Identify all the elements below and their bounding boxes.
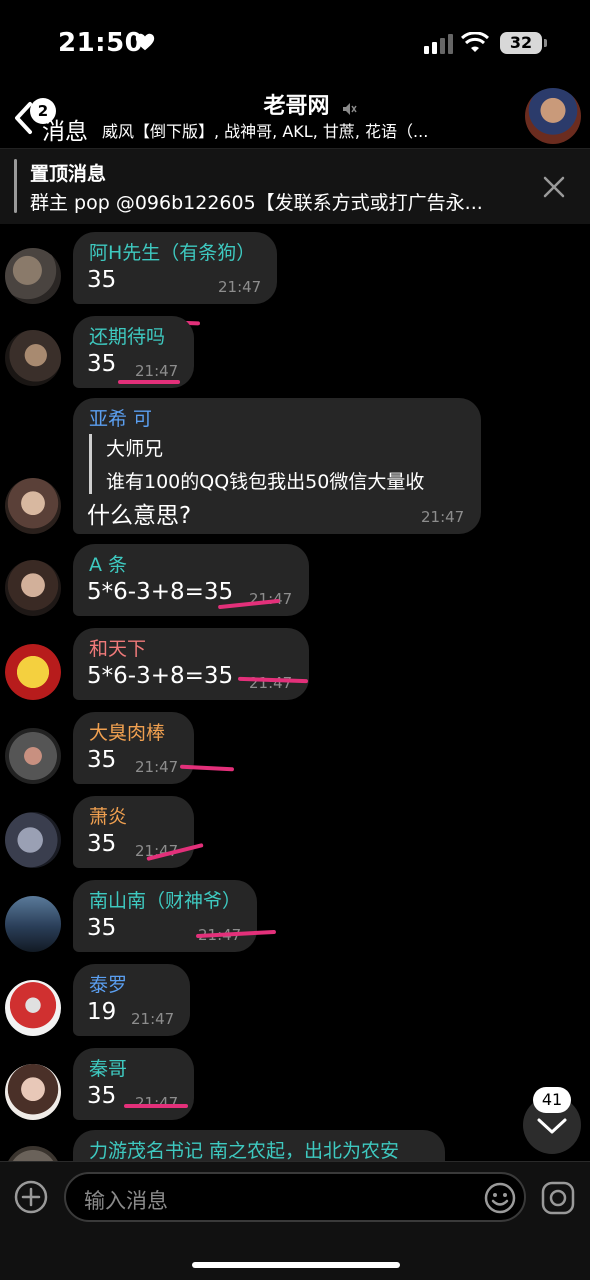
- unread-count-badge: 41: [533, 1087, 571, 1113]
- message-bubble[interactable]: 秦哥 35 21:47: [73, 1048, 194, 1120]
- message-item: 力游茂名书记 南之农起，出北为农安: [0, 1130, 590, 1161]
- pinned-title: 置顶消息: [30, 163, 107, 185]
- message-text: 5*6-3+8=35: [87, 579, 234, 605]
- avatar[interactable]: [5, 980, 61, 1036]
- back-button[interactable]: 2 消息: [8, 92, 98, 145]
- cellular-signal-icon: [424, 34, 453, 54]
- message-text: 35: [87, 267, 117, 293]
- add-icon[interactable]: [14, 1180, 48, 1214]
- message-time: 21:47: [218, 278, 262, 296]
- message-time: 21:47: [135, 362, 179, 380]
- message-bubble[interactable]: 还期待吗 35 21:47: [73, 316, 194, 388]
- emoji-icon[interactable]: [484, 1182, 516, 1214]
- avatar[interactable]: [5, 1064, 61, 1120]
- sender-name[interactable]: 和天下: [89, 634, 146, 661]
- message-bubble[interactable]: 和天下 5*6-3+8=35 21:47: [73, 628, 309, 700]
- pinned-text: 群主 pop @096b122605【发联系方式或打广告永...: [30, 192, 483, 214]
- heart-icon: [135, 33, 155, 51]
- highlight-mark: [124, 1104, 188, 1108]
- message-input[interactable]: 输入消息: [64, 1172, 526, 1222]
- chat-members-subtitle: 威风【倒下版】, 战神哥, AKL, 甘蔗, 花语（...: [102, 122, 429, 141]
- avatar[interactable]: [5, 1146, 61, 1161]
- sender-name[interactable]: 力游茂名书记 南之农起，出北为农安: [89, 1136, 399, 1161]
- battery-icon: 32: [500, 32, 542, 54]
- message-item: 南山南（财神爷） 35 21:47: [0, 880, 590, 952]
- avatar[interactable]: [5, 478, 61, 534]
- message-item: 萧炎 35 21:47: [0, 796, 590, 868]
- avatar[interactable]: [5, 560, 61, 616]
- avatar[interactable]: [5, 330, 61, 386]
- message-time: 21:47: [135, 1094, 179, 1112]
- back-label: 消息: [42, 119, 88, 145]
- message-item: 还期待吗 35 21:47: [0, 316, 590, 388]
- message-item: 大臭肉棒 35 21:47: [0, 712, 590, 784]
- message-list[interactable]: 阿H先生（有条狗） 35 21:47 还期待吗 35 21:47 亚希 可 大师…: [0, 224, 590, 1161]
- pinned-indicator: [14, 159, 17, 213]
- avatar[interactable]: [5, 896, 61, 952]
- message-text: 35: [87, 351, 117, 377]
- message-item: 亚希 可 大师兄 谁有100的QQ钱包我出50微信大量收 什么意思? 21:47: [0, 398, 590, 534]
- group-avatar[interactable]: [525, 88, 581, 144]
- message-text: 5*6-3+8=35: [87, 663, 234, 689]
- avatar[interactable]: [5, 644, 61, 700]
- highlight-mark: [118, 380, 180, 384]
- message-item: 泰罗 19 21:47: [0, 964, 590, 1036]
- sender-name[interactable]: 秦哥: [89, 1054, 127, 1081]
- message-bubble[interactable]: 亚希 可 大师兄 谁有100的QQ钱包我出50微信大量收 什么意思? 21:47: [73, 398, 481, 534]
- sender-name[interactable]: 南山南（财神爷）: [89, 886, 241, 913]
- home-indicator: [192, 1262, 400, 1268]
- message-bubble[interactable]: 力游茂名书记 南之农起，出北为农安: [73, 1130, 445, 1161]
- message-bubble[interactable]: 泰罗 19 21:47: [73, 964, 190, 1036]
- message-bubble[interactable]: 阿H先生（有条狗） 35 21:47: [73, 232, 277, 304]
- message-item: 阿H先生（有条狗） 35 21:47: [0, 232, 590, 326]
- chat-title: 老哥网: [263, 94, 330, 119]
- message-time: 21:47: [135, 758, 179, 776]
- message-bubble[interactable]: A 条 5*6-3+8=35 21:47: [73, 544, 309, 616]
- avatar[interactable]: [5, 728, 61, 784]
- avatar[interactable]: [5, 812, 61, 868]
- sender-name[interactable]: 亚希 可: [89, 404, 152, 431]
- sender-name[interactable]: 萧炎: [89, 802, 127, 829]
- pinned-message-bar[interactable]: 置顶消息 群主 pop @096b122605【发联系方式或打广告永...: [0, 148, 590, 224]
- message-text: 35: [87, 747, 117, 773]
- message-item: A 条 5*6-3+8=35 21:47: [0, 544, 590, 616]
- status-bar: 21:50 32: [0, 0, 590, 80]
- sender-name[interactable]: 大臭肉棒: [89, 718, 165, 745]
- message-text: 35: [87, 915, 117, 941]
- message-time: 21:47: [131, 1010, 175, 1028]
- message-bubble[interactable]: 南山南（财神爷） 35 21:47: [73, 880, 257, 952]
- sender-name[interactable]: 还期待吗: [89, 322, 165, 349]
- message-time: 21:47: [421, 508, 465, 526]
- wifi-icon: [461, 32, 489, 52]
- quote-sender: 大师兄: [106, 438, 164, 460]
- mute-icon: [342, 102, 357, 115]
- chat-header: 2 消息 老哥网 威风【倒下版】, 战神哥, AKL, 甘蔗, 花语（...: [0, 80, 590, 148]
- sender-name[interactable]: 阿H先生（有条狗）: [89, 238, 255, 265]
- camera-icon[interactable]: [540, 1180, 576, 1216]
- message-item: 和天下 5*6-3+8=35 21:47: [0, 628, 590, 700]
- status-time: 21:50: [58, 28, 144, 58]
- avatar[interactable]: [5, 248, 61, 304]
- sender-name[interactable]: A 条: [89, 550, 127, 577]
- reply-quote[interactable]: 大师兄 谁有100的QQ钱包我出50微信大量收: [89, 434, 424, 494]
- message-text: 35: [87, 1083, 117, 1109]
- message-input-bar: 输入消息: [0, 1161, 590, 1280]
- message-item: 秦哥 35 21:47: [0, 1048, 590, 1120]
- battery-tip: [544, 39, 547, 47]
- message-bubble[interactable]: 萧炎 35 21:47: [73, 796, 194, 868]
- message-text: 什么意思?: [87, 503, 192, 529]
- close-icon[interactable]: [540, 173, 568, 201]
- input-placeholder: 输入消息: [84, 1189, 168, 1213]
- message-bubble[interactable]: 大臭肉棒 35 21:47: [73, 712, 194, 784]
- message-text: 35: [87, 831, 117, 857]
- chat-title-area[interactable]: 老哥网: [100, 88, 520, 120]
- message-text: 19: [87, 999, 117, 1025]
- sender-name[interactable]: 泰罗: [89, 970, 127, 997]
- quote-text: 谁有100的QQ钱包我出50微信大量收: [106, 471, 425, 493]
